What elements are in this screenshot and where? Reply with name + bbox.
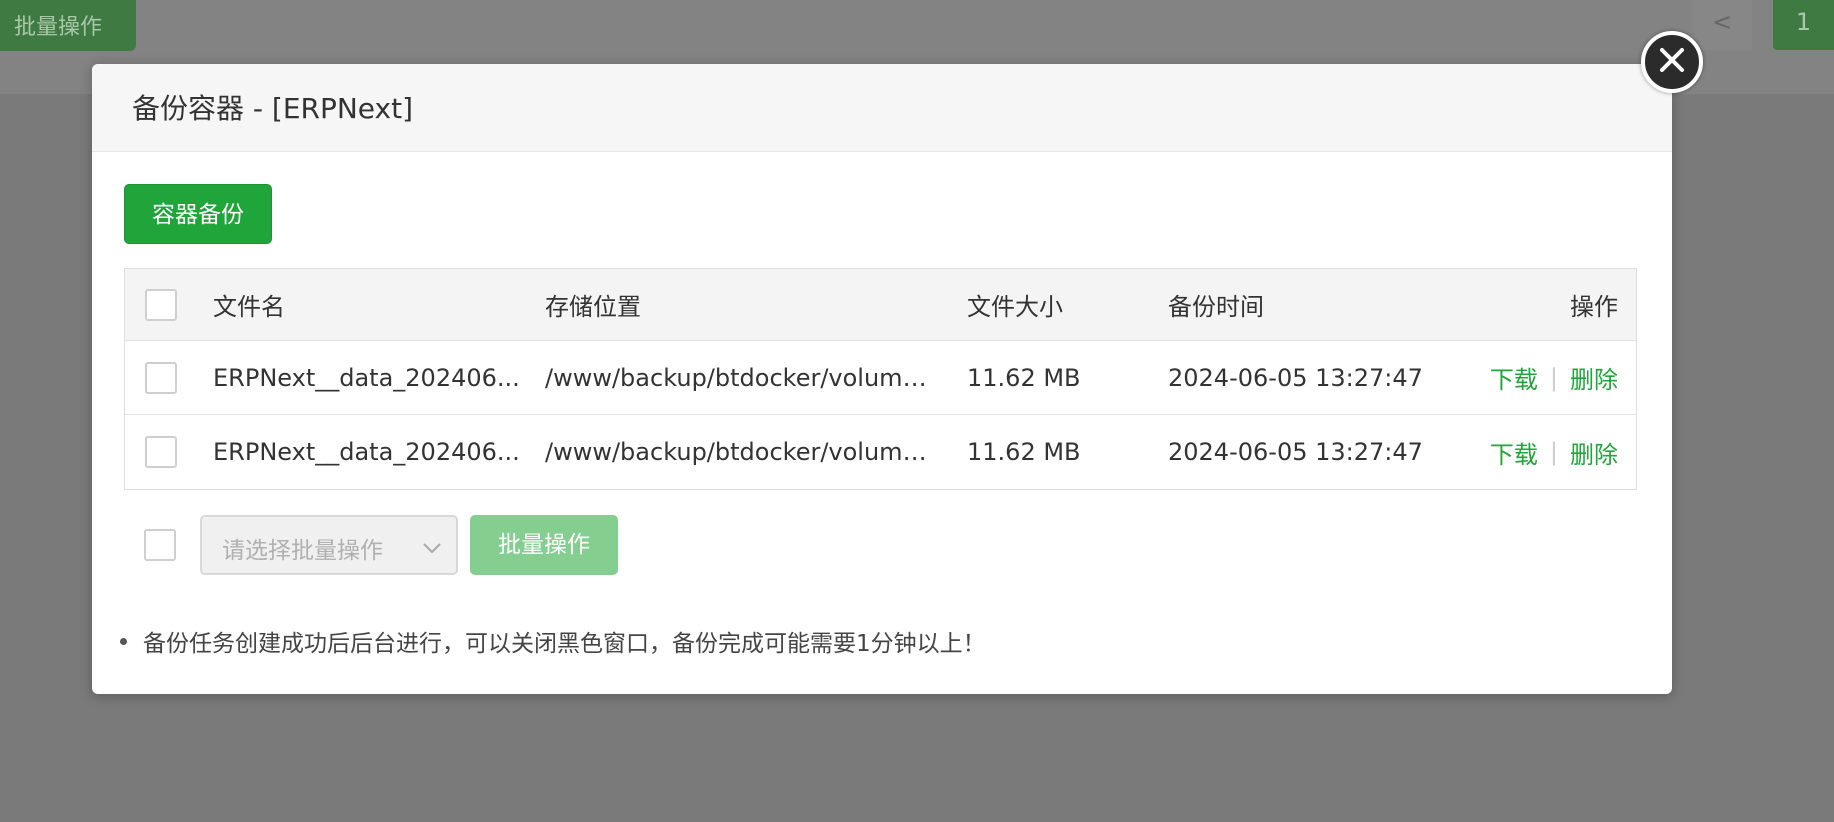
close-dialog-button[interactable] — [1641, 31, 1703, 93]
time-cell: 2024-06-05 13:27:47 — [1168, 363, 1423, 392]
download-link[interactable]: 下载 — [1490, 360, 1538, 395]
delete-link[interactable]: 删除 — [1570, 360, 1618, 395]
row-checkbox[interactable] — [145, 361, 177, 394]
background-prev-page-button: < — [1692, 0, 1752, 50]
actions-cell: 下载 | 删除 — [1490, 341, 1618, 414]
select-all-checkbox[interactable] — [145, 288, 177, 321]
backup-tip-text: 备份任务创建成功后后台进行，可以关闭黑色窗口，备份完成可能需要1分钟以上！ — [143, 631, 986, 657]
download-link[interactable]: 下载 — [1490, 435, 1538, 470]
batch-select-placeholder: 请选择批量操作 — [222, 538, 383, 564]
close-icon — [1657, 45, 1687, 79]
batch-operation-select[interactable]: 请选择批量操作 — [200, 515, 458, 575]
column-header-location: 存储位置 — [545, 293, 641, 321]
table-header-row: 文件名 存储位置 文件大小 备份时间 操作 — [125, 269, 1636, 341]
action-separator: | — [1549, 438, 1558, 466]
column-header-file-name: 文件名 — [213, 293, 285, 321]
action-separator: | — [1549, 363, 1558, 392]
size-cell: 11.62 MB — [967, 363, 1081, 392]
table-row: ERPNext__data_202406... /www/backup/btdo… — [125, 415, 1636, 489]
time-cell: 2024-06-05 13:27:47 — [1168, 438, 1423, 466]
backup-tip: 备份任务创建成功后后台进行，可以关闭黑色窗口，备份完成可能需要1分钟以上！ — [120, 624, 986, 658]
column-header-size: 文件大小 — [967, 293, 1063, 321]
dialog-title: 备份容器 - [ERPNext] — [132, 92, 414, 125]
column-header-time: 备份时间 — [1168, 293, 1264, 321]
file-name-cell: ERPNext__data_202406... — [213, 363, 520, 392]
chevron-down-icon — [422, 535, 442, 561]
backup-container-dialog: 备份容器 - [ERPNext] 容器备份 文件名 存储位置 文件大小 备份时间… — [92, 64, 1672, 694]
table-row: ERPNext__data_202406... /www/backup/btdo… — [125, 341, 1636, 415]
size-cell: 11.62 MB — [967, 438, 1081, 466]
column-header-actions: 操作 — [1570, 293, 1618, 321]
background-batch-button: 批量操作 — [0, 0, 136, 51]
location-cell: /www/backup/btdocker/volume... — [545, 363, 935, 392]
background-current-page: 1 — [1773, 0, 1834, 50]
actions-cell: 下载 | 删除 — [1490, 415, 1618, 489]
file-name-cell: ERPNext__data_202406... — [213, 438, 520, 466]
dialog-header: 备份容器 - [ERPNext] — [92, 64, 1672, 152]
bullet-icon — [120, 637, 127, 645]
container-backup-button[interactable]: 容器备份 — [124, 184, 272, 244]
row-checkbox[interactable] — [145, 436, 177, 468]
batch-select-checkbox[interactable] — [144, 529, 176, 561]
batch-operation-button[interactable]: 批量操作 — [470, 515, 618, 575]
delete-link[interactable]: 删除 — [1570, 435, 1618, 470]
backup-table: 文件名 存储位置 文件大小 备份时间 操作 ERPNext__data_2024… — [124, 268, 1637, 490]
location-cell: /www/backup/btdocker/volume... — [545, 438, 935, 466]
